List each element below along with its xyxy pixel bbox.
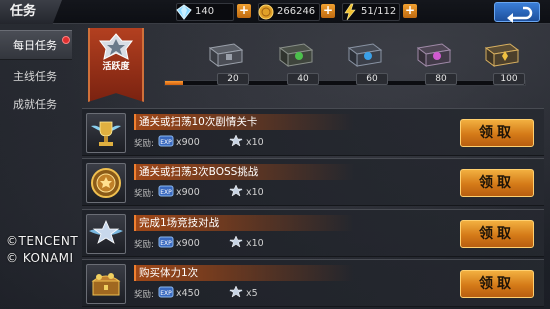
svg-text:EXP: EXP <box>160 189 172 196</box>
sidebar-item-achievement[interactable]: 成就任务 <box>0 90 72 120</box>
chest-100[interactable] <box>482 38 522 70</box>
gold-coin-icon <box>258 4 274 20</box>
star-badge-icon <box>229 184 243 197</box>
copyright-konami: © KONAMI <box>6 251 74 265</box>
task-row: 完成1场竞技对战 奖励: EXP x900 x10 领取 <box>82 209 544 257</box>
exp-reward-value: x900 <box>176 187 200 198</box>
gold-medal-icon <box>91 168 121 198</box>
task-icon-frame <box>86 264 126 304</box>
chest-40[interactable] <box>276 38 316 70</box>
reward-label: 奖励: <box>134 290 154 300</box>
task-title: 完成1场竞技对战 <box>139 217 220 229</box>
exp-icon: EXP <box>158 286 174 298</box>
claim-button[interactable]: 领取 <box>460 119 534 147</box>
stamina-counter: 51/112 <box>342 3 400 21</box>
reward-label: 奖励: <box>134 189 154 199</box>
gray-chest-icon <box>208 43 244 67</box>
sidebar-item-main[interactable]: 主线任务 <box>0 62 72 92</box>
reward-label: 奖励: <box>134 139 154 149</box>
sidebar-item-label: 主线任务 <box>13 70 57 83</box>
chest-points-20: 20 <box>217 73 249 85</box>
copyright-tencent: ©TENCENT <box>6 234 79 248</box>
star-badge-icon <box>229 285 243 298</box>
exp-icon: EXP <box>158 236 174 248</box>
chest-60[interactable] <box>345 38 385 70</box>
exp-reward-value: x450 <box>176 288 200 299</box>
purple-chest-icon <box>416 43 452 67</box>
task-row: 购买体力1次 奖励: EXP x450 x5 领取 <box>82 259 544 307</box>
sidebar-item-daily[interactable]: 每日任务 <box>0 30 72 60</box>
chest-points-100: 100 <box>493 73 525 85</box>
stamina-value: 51/112 <box>361 6 397 17</box>
diamond-icon <box>176 4 192 20</box>
star-reward-value: x10 <box>246 187 264 198</box>
reward-label: 奖励: <box>134 240 154 250</box>
return-arrow-icon <box>507 6 533 23</box>
star-reward-value: x10 <box>246 238 264 249</box>
task-icon-frame <box>86 214 126 254</box>
diamond-value: 140 <box>195 6 215 17</box>
sidebar: 每日任务 主线任务 成就任务 <box>0 24 72 309</box>
green-chest-icon <box>278 43 314 67</box>
back-button[interactable] <box>494 2 540 23</box>
exp-reward-value: x900 <box>176 238 200 249</box>
notification-badge <box>62 36 70 44</box>
task-title: 购买体力1次 <box>139 267 199 279</box>
task-title: 通关或扫荡3次BOSS挑战 <box>139 166 259 178</box>
add-gold-button[interactable]: + <box>321 4 335 18</box>
task-icon-frame <box>86 163 126 203</box>
sidebar-item-label: 成就任务 <box>13 98 57 111</box>
gold-counter: 266246 <box>258 3 320 21</box>
page-title: 任务 <box>0 0 62 24</box>
gold-chest-icon <box>484 43 520 67</box>
diamond-counter: 140 <box>176 3 234 21</box>
star-badge-icon <box>229 134 243 147</box>
claim-button[interactable]: 领取 <box>460 270 534 298</box>
star-badge-icon <box>229 235 243 248</box>
chest-points-40: 40 <box>287 73 319 85</box>
activity-progress-fill <box>165 81 183 85</box>
svg-text:EXP: EXP <box>160 290 172 297</box>
claim-button[interactable]: 领取 <box>460 220 534 248</box>
star-reward-value: x5 <box>246 288 258 299</box>
task-icon-frame <box>86 113 126 153</box>
treasure-chest-icon <box>91 273 121 296</box>
sidebar-item-label: 每日任务 <box>13 39 57 52</box>
gold-value: 266246 <box>277 6 316 17</box>
exp-reward-value: x900 <box>176 137 200 148</box>
blue-chest-icon <box>347 43 383 67</box>
activity-label: 活跃度 <box>102 62 130 72</box>
star-reward-value: x10 <box>246 137 264 148</box>
task-row: 通关或扫荡10次剧情关卡 奖励: EXP x900 x10 领取 <box>82 108 544 156</box>
chest-20[interactable] <box>206 38 246 70</box>
chest-points-60: 60 <box>356 73 388 85</box>
add-stamina-button[interactable]: + <box>403 4 417 18</box>
lightning-icon <box>344 3 356 21</box>
exp-icon: EXP <box>158 135 174 147</box>
top-bar: 任务 140 + 266246 + 51/112 + <box>0 0 550 24</box>
exp-icon: EXP <box>158 185 174 197</box>
task-title: 通关或扫荡10次剧情关卡 <box>139 116 258 128</box>
add-diamond-button[interactable]: + <box>237 4 251 18</box>
winged-trophy-icon <box>91 121 121 146</box>
chest-80[interactable] <box>414 38 454 70</box>
claim-button[interactable]: 领取 <box>460 169 534 197</box>
winged-star-badge-icon <box>89 220 123 244</box>
task-row: 通关或扫荡3次BOSS挑战 奖励: EXP x900 x10 领取 <box>82 158 544 206</box>
svg-text:EXP: EXP <box>160 240 172 247</box>
svg-text:EXP: EXP <box>160 139 172 146</box>
chest-points-80: 80 <box>425 73 457 85</box>
